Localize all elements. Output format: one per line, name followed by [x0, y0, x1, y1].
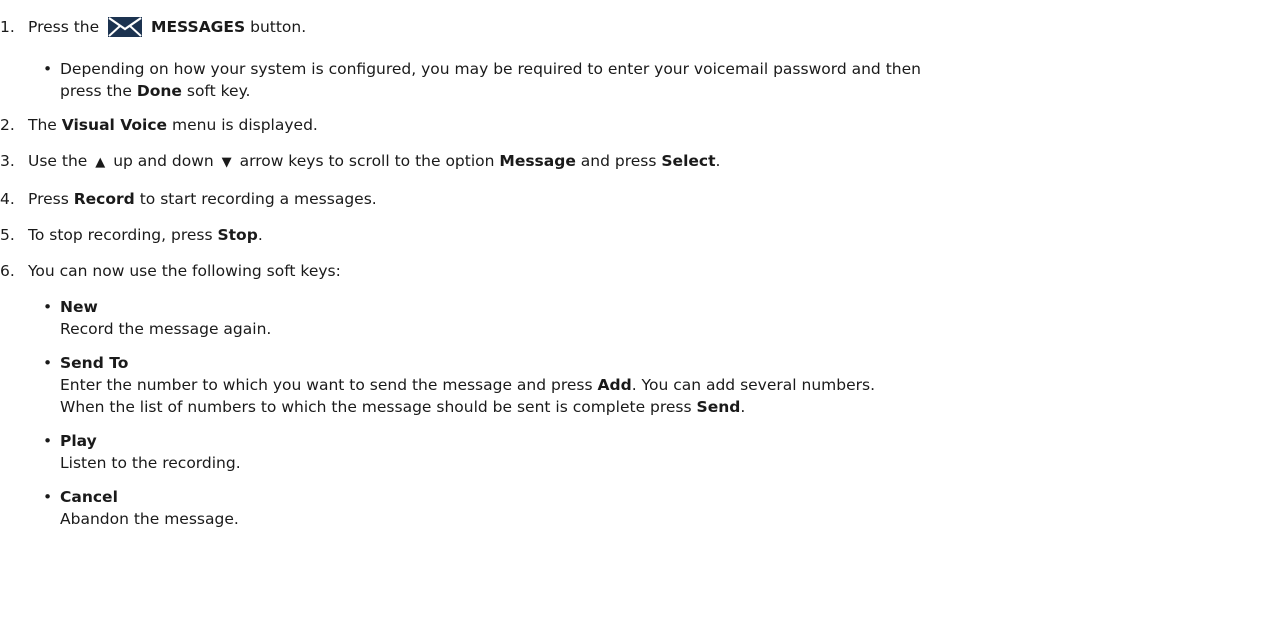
softkey-list: New Record the message again. Send To En…: [0, 296, 1284, 530]
step-number: 1.: [0, 18, 15, 36]
softkey-name: Play: [60, 432, 97, 450]
softkey-item-new: New Record the message again.: [0, 296, 1284, 340]
step-6: 6. You can now use the following soft ke…: [0, 262, 341, 280]
down-arrow-icon: ▼: [221, 155, 232, 170]
step-2: 2. The Visual Voice menu is displayed.: [0, 116, 318, 134]
softkey-item-cancel: Cancel Abandon the message.: [0, 486, 1284, 530]
step-3: 3. Use the ▲ up and down ▼ arrow keys to…: [0, 150, 1284, 174]
done-softkey-label: Done: [136, 82, 182, 100]
up-arrow-icon: ▲: [95, 155, 106, 170]
softkey-description: Enter the number to which you want to se…: [60, 376, 875, 394]
softkey-description: Abandon the message.: [60, 510, 239, 528]
softkey-item-send-to: Send To Enter the number to which you wa…: [0, 352, 1284, 418]
envelope-icon: [108, 16, 143, 44]
softkey-description: Listen to the recording.: [60, 454, 241, 472]
messages-button-label: MESSAGES: [151, 18, 246, 36]
instructions-document: 1. Press the MESSAGES button. Depending …: [0, 0, 1284, 530]
softkey-name: New: [60, 298, 98, 316]
list-item: Depending on how your system is configur…: [0, 58, 1284, 102]
step-5: 5. To stop recording, press Stop.: [0, 226, 263, 244]
step-4: 4. Press Record to start recording a mes…: [0, 190, 377, 208]
step-1: 1. Press the MESSAGES button.: [0, 16, 1284, 44]
softkey-name: Cancel: [60, 488, 118, 506]
softkey-description: Record the message again.: [60, 320, 272, 338]
step-1-notes: Depending on how your system is configur…: [0, 58, 1284, 102]
softkey-name: Send To: [60, 354, 129, 372]
softkey-item-play: Play Listen to the recording.: [0, 430, 1284, 474]
